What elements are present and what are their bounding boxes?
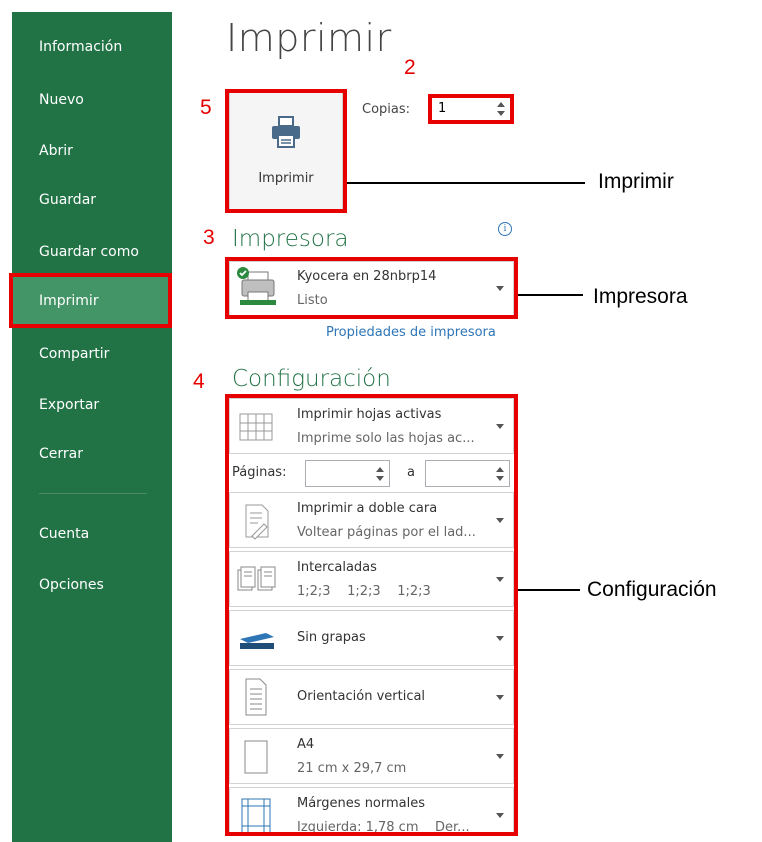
pages-from-input[interactable]	[305, 460, 390, 487]
pages-from-down-icon[interactable]	[376, 476, 384, 481]
copies-down-icon[interactable]	[497, 111, 505, 116]
chevron-down-icon	[496, 754, 504, 759]
paper-size-select[interactable]: A4 21 cm x 29,7 cm	[229, 728, 514, 784]
staple-title: Sin grapas	[297, 630, 366, 645]
nav-imprimir[interactable]: Imprimir	[12, 276, 172, 326]
orientation-title: Orientación vertical	[297, 689, 426, 704]
pages-to-down-icon[interactable]	[496, 476, 504, 481]
paper-size-icon	[244, 740, 268, 774]
collate-icon	[237, 566, 276, 591]
info-icon[interactable]: i	[498, 222, 512, 236]
printer-properties-link[interactable]: Propiedades de impresora	[326, 325, 496, 340]
printer-icon	[272, 116, 300, 148]
duplex-icon	[245, 504, 269, 540]
callout-line-imprimir	[347, 182, 585, 184]
chevron-down-icon	[496, 286, 504, 291]
pages-to-label: a	[407, 465, 415, 480]
nav-abrir[interactable]: Abrir	[12, 126, 172, 176]
margins-title: Márgenes normales	[297, 796, 426, 811]
nav-guardar-como[interactable]: Guardar como	[12, 227, 172, 277]
paper-size-title: A4	[297, 737, 315, 752]
print-scope-title: Imprimir hojas activas	[297, 407, 442, 422]
pages-range: Páginas: a	[229, 455, 514, 491]
nav-guardar[interactable]: Guardar	[12, 175, 172, 225]
printer-select[interactable]: Kyocera en 28nbrp14 Listo	[229, 261, 514, 316]
chevron-down-icon	[496, 577, 504, 582]
staple-select[interactable]: Sin grapas	[229, 610, 514, 666]
callout-line-configuracion	[518, 589, 580, 591]
orientation-select[interactable]: Orientación vertical	[229, 669, 514, 725]
margins-select[interactable]: Márgenes normales Izquierda: 1,78 cm Der…	[229, 787, 514, 833]
portrait-orientation-icon	[245, 678, 267, 716]
nav-cerrar[interactable]: Cerrar	[12, 429, 172, 479]
callout-configuracion: Configuración	[587, 578, 717, 601]
copies-value: 1	[438, 101, 447, 116]
chevron-down-icon	[496, 518, 504, 523]
collation-subtitle: 1;2;3 1;2;3 1;2;3	[297, 584, 431, 599]
print-scope-subtitle: Imprime solo las hojas ac...	[297, 431, 475, 446]
callout-imprimir: Imprimir	[598, 170, 674, 193]
chevron-down-icon	[496, 636, 504, 641]
nav-exportar[interactable]: Exportar	[12, 380, 172, 430]
backstage-sidebar: Información Nuevo Abrir Guardar Guardar …	[12, 12, 172, 842]
margins-subtitle: Izquierda: 1,78 cm Der...	[297, 820, 470, 833]
printer-ready-icon	[237, 267, 276, 305]
callout-impresora: Impresora	[593, 285, 688, 308]
chevron-down-icon	[496, 424, 504, 429]
pages-to-up-icon[interactable]	[496, 467, 504, 472]
callout-line-impresora	[518, 294, 583, 296]
copies-up-icon[interactable]	[497, 102, 505, 107]
nav-cuenta[interactable]: Cuenta	[12, 509, 172, 559]
duplex-select[interactable]: Imprimir a doble cara Voltear páginas po…	[229, 492, 514, 548]
collation-select[interactable]: Intercaladas 1;2;3 1;2;3 1;2;3	[229, 551, 514, 607]
annotation-number-5: 5	[200, 96, 212, 119]
pages-to-input[interactable]	[425, 460, 510, 487]
duplex-subtitle: Voltear páginas por el lad...	[297, 525, 476, 540]
nav-compartir[interactable]: Compartir	[12, 329, 172, 379]
annotation-number-4: 4	[193, 370, 205, 393]
copies-input[interactable]: 1	[431, 97, 511, 121]
print-scope-select[interactable]: Imprimir hojas activas Imprime solo las …	[229, 398, 514, 454]
page-title: Imprimir	[226, 16, 392, 60]
collation-title: Intercaladas	[297, 560, 377, 575]
settings-heading: Configuración	[232, 366, 391, 392]
nav-informacion[interactable]: Información	[12, 22, 172, 72]
sidebar-divider	[39, 493, 147, 494]
chevron-down-icon	[496, 695, 504, 700]
sheets-grid-icon	[239, 413, 273, 441]
nav-opciones[interactable]: Opciones	[12, 560, 172, 610]
paper-size-subtitle: 21 cm x 29,7 cm	[297, 761, 407, 776]
margins-icon	[241, 798, 271, 832]
duplex-title: Imprimir a doble cara	[297, 501, 438, 516]
printer-heading: Impresora	[232, 226, 349, 252]
printer-name: Kyocera en 28nbrp14	[297, 269, 437, 284]
print-button-label: Imprimir	[258, 171, 314, 186]
printer-status: Listo	[297, 293, 328, 308]
pages-label: Páginas:	[232, 465, 287, 480]
pages-from-up-icon[interactable]	[376, 467, 384, 472]
annotation-number-2: 2	[404, 56, 416, 79]
stapler-icon	[240, 633, 274, 649]
print-button[interactable]: Imprimir	[229, 92, 343, 210]
chevron-down-icon	[496, 813, 504, 818]
nav-nuevo[interactable]: Nuevo	[12, 75, 172, 125]
copies-label: Copias:	[362, 102, 411, 117]
annotation-number-3: 3	[203, 226, 215, 249]
